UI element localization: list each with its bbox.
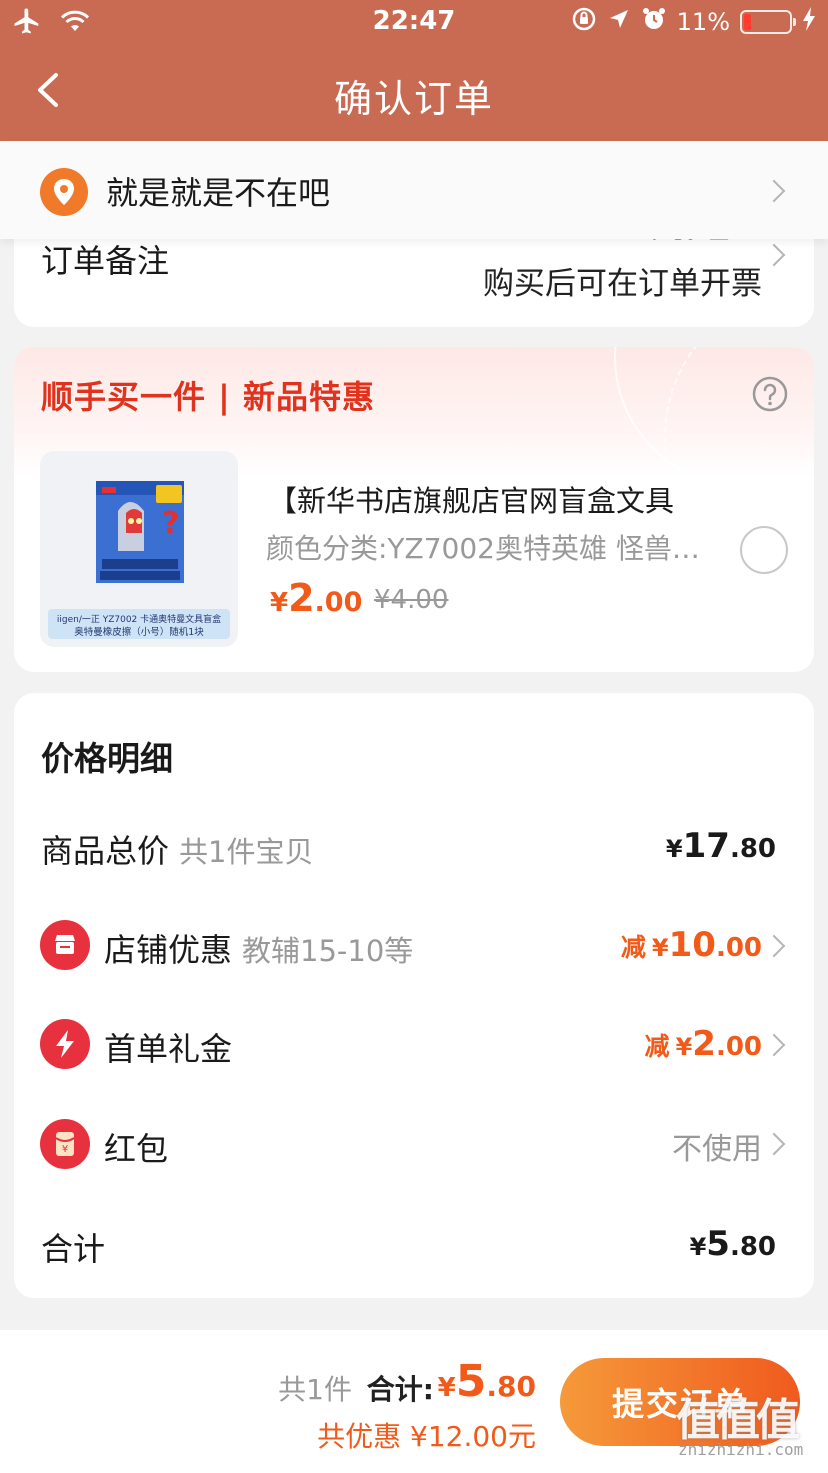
goods-total-amount: ¥17.80: [665, 826, 776, 866]
watermark-url: zhizhizhi.com: [678, 1440, 804, 1459]
location-arrow-icon: [607, 7, 631, 37]
first-order-gift-amount[interactable]: 减 ¥2.00: [645, 1024, 762, 1064]
addon-select-radio[interactable]: [740, 526, 788, 574]
product-image[interactable]: ? iigen/一正 YZ7002 卡通奥特曼文具盲盒 奥特曼橡皮擦（小号）随机…: [40, 451, 238, 647]
checkout-total-label: 合计:: [366, 1373, 434, 1406]
price-detail-card: [14, 693, 814, 1298]
battery-icon: [740, 10, 796, 34]
red-packet-icon: ¥: [40, 1119, 90, 1169]
total-label: 合计: [41, 1230, 106, 1268]
watermark-logo: 值值值: [676, 1395, 800, 1446]
first-order-gift-row[interactable]: 首单礼金: [104, 1024, 232, 1070]
red-packet-value[interactable]: 不使用: [672, 1124, 762, 1168]
svg-text:iigen/一正 YZ7002 卡通奥特曼文具盲盒: iigen/一正 YZ7002 卡通奥特曼文具盲盒: [57, 613, 221, 625]
shop-discount-amount[interactable]: 减 ¥10.00: [621, 925, 762, 965]
total-amount: ¥5.80: [689, 1224, 776, 1264]
svg-text:?: ?: [162, 506, 179, 541]
price-detail-title: 价格明细: [41, 739, 173, 778]
orientation-lock-icon: [571, 6, 597, 38]
header-bar: 22:47 11% 确认订单: [0, 0, 828, 141]
item-count: 共1件: [278, 1373, 352, 1406]
battery-percent: 11%: [676, 8, 730, 36]
red-packet-row[interactable]: 红包: [104, 1124, 168, 1170]
order-remark-label[interactable]: 订单备注: [41, 236, 169, 282]
invoice-note[interactable]: 购买后可在订单开票: [483, 258, 762, 303]
product-variant: 颜色分类:YZ7002奥特英雄 怪兽系列: [266, 532, 711, 565]
shop-discount-row[interactable]: 店铺优惠 教辅15-10等: [104, 925, 413, 971]
svg-text:¥: ¥: [62, 1144, 68, 1155]
product-price: ¥2.00: [270, 576, 363, 620]
question-icon[interactable]: [752, 376, 788, 416]
charging-icon: [802, 7, 816, 37]
status-bar: 22:47 11%: [0, 0, 828, 46]
checkout-total-amount: ¥5.80: [437, 1356, 536, 1407]
location-pin-icon: [40, 168, 88, 220]
product-original-price: ¥4.00: [374, 585, 449, 615]
lightning-icon: [40, 1019, 90, 1069]
goods-total-row: 商品总价 共1件宝贝: [41, 832, 314, 870]
alarm-icon: [641, 6, 667, 38]
svg-text:奥特曼橡皮擦（小号）随机1块: 奥特曼橡皮擦（小号）随机1块: [74, 626, 204, 638]
address-name[interactable]: 就是就是不在吧: [106, 168, 330, 214]
product-title[interactable]: 【新华书店旗舰店官网盲盒文具: [268, 478, 718, 520]
page-title: 确认订单: [333, 77, 494, 121]
shop-icon: [40, 920, 90, 970]
total-discount: 共优惠 ¥12.00元: [317, 1420, 536, 1453]
addon-title: 顺手买一件 | 新品特惠: [41, 378, 375, 416]
